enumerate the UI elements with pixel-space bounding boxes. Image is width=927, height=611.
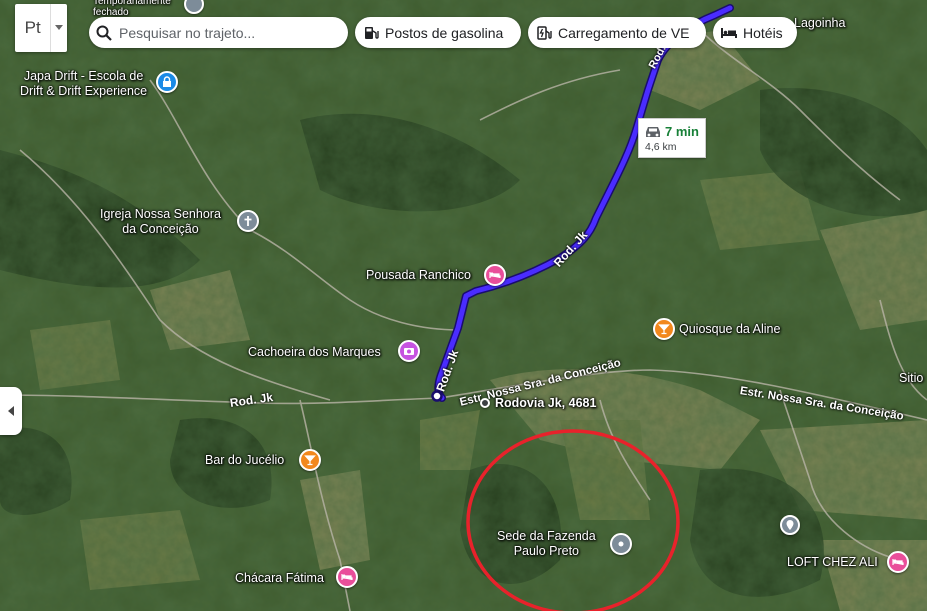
bar-cocktail-icon[interactable]: [299, 449, 321, 471]
place-chacara-fatima[interactable]: Chácara Fátima: [235, 571, 324, 586]
place-pousada-ranchico[interactable]: Pousada Ranchico: [366, 268, 471, 283]
bed-icon: [721, 27, 737, 38]
ev-charger-icon: [537, 25, 552, 40]
chip-ev-charging[interactable]: Carregamento de VE: [528, 17, 706, 48]
address-dot-icon[interactable]: [480, 398, 490, 408]
church-cross-icon[interactable]: [237, 210, 259, 232]
address-rodovia-jk[interactable]: Rodovia Jk, 4681: [495, 396, 596, 411]
chip-hotels-label: Hotéis: [743, 24, 783, 41]
place-bar-jucelio[interactable]: Bar do Jucélio: [205, 453, 284, 468]
chevron-down-icon[interactable]: [50, 4, 67, 52]
hotel-bed-icon[interactable]: [484, 264, 506, 286]
map-layers-button[interactable]: Pt: [15, 4, 67, 52]
route-distance: 4,6 km: [645, 141, 677, 153]
place-japa-drift[interactable]: Japa Drift - Escola de Drift & Drift Exp…: [20, 69, 147, 99]
place-quiosque-aline[interactable]: Quiosque da Aline: [679, 322, 780, 337]
location-pin-icon[interactable]: [780, 515, 800, 535]
collapse-panel-button[interactable]: [0, 387, 22, 435]
place-temporarily-closed: Temporariamente fechado: [93, 0, 171, 18]
bar-cocktail-icon[interactable]: [653, 318, 675, 340]
place-igreja[interactable]: Igreja Nossa Senhora da Conceição: [100, 207, 221, 237]
route-info-box[interactable]: 7 min 4,6 km: [638, 118, 706, 158]
place-sede-fazenda[interactable]: Sede da Fazenda Paulo Preto: [497, 529, 596, 559]
gas-station-icon: [365, 26, 379, 39]
camera-icon[interactable]: [398, 340, 420, 362]
route-time: 7 min: [665, 124, 699, 139]
place-sitio[interactable]: Sitio: [899, 371, 923, 386]
chip-gas-stations[interactable]: Postos de gasolina: [355, 17, 521, 48]
chip-gas-stations-label: Postos de gasolina: [385, 24, 504, 41]
place-lagoinha[interactable]: Lagoinha: [794, 16, 845, 31]
place-loft-chez-ali[interactable]: LOFT CHEZ ALI: [787, 555, 878, 570]
route-origin-marker[interactable]: [431, 390, 443, 402]
car-icon: [646, 127, 660, 137]
place-cachoeira[interactable]: Cachoeira dos Marques: [248, 345, 381, 360]
chip-hotels[interactable]: Hotéis: [713, 17, 797, 48]
search-icon: [89, 25, 119, 41]
place-pin-icon[interactable]: [610, 533, 632, 555]
search-along-route[interactable]: Pesquisar no trajeto...: [89, 17, 348, 48]
search-placeholder[interactable]: Pesquisar no trajeto...: [119, 25, 255, 41]
hotel-bed-icon[interactable]: [887, 551, 909, 573]
chip-ev-charging-label: Carregamento de VE: [558, 24, 690, 41]
hotel-bed-icon[interactable]: [336, 566, 358, 588]
chevron-left-icon: [7, 406, 14, 416]
activity-lock-icon[interactable]: [156, 71, 178, 93]
layers-label[interactable]: Pt: [15, 4, 50, 52]
